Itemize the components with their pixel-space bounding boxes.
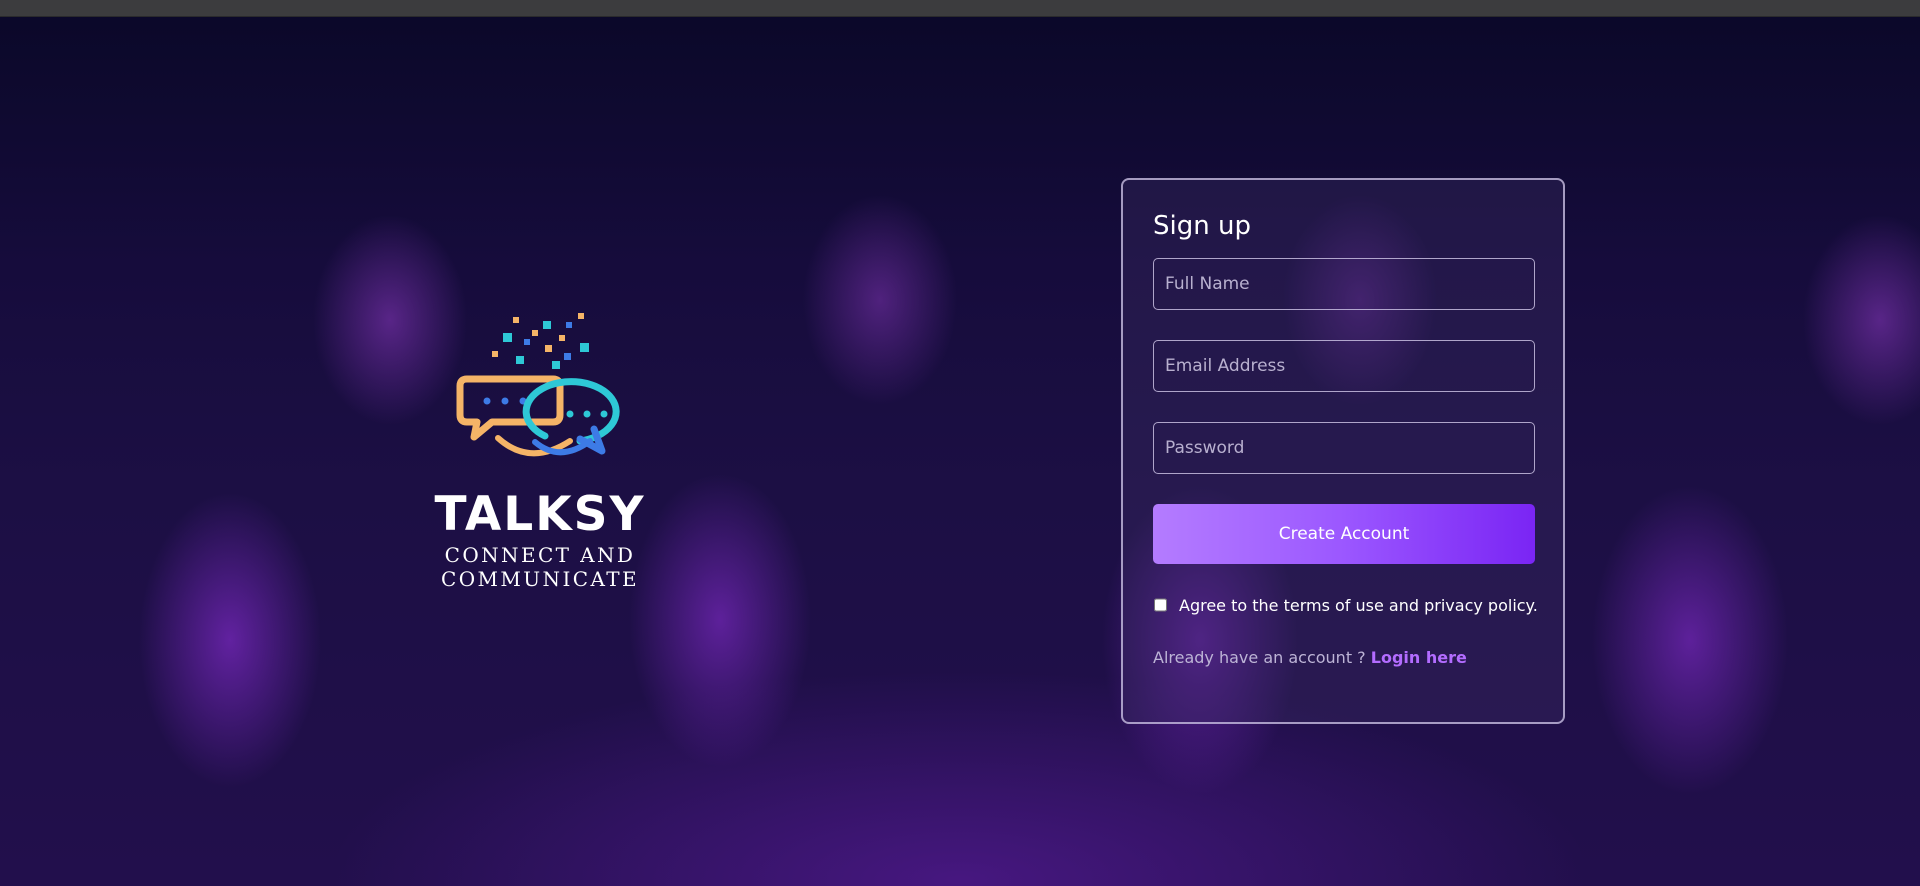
brand-block: TALKSY CONNECT AND COMMUNICATE (355, 305, 725, 591)
signup-page: TALKSY CONNECT AND COMMUNICATE Sign up C… (0, 0, 1920, 886)
brand-name: TALKSY (434, 487, 646, 542)
terms-checkbox[interactable] (1154, 598, 1167, 612)
terms-row: Agree to the terms of use and privacy po… (1153, 594, 1538, 616)
pixel-dots (492, 313, 589, 369)
form-title: Sign up (1153, 211, 1251, 241)
login-prompt: Already have an account ? (1153, 648, 1371, 667)
chat-bubbles-icon (456, 313, 620, 457)
login-row: Already have an account ? Login here (1153, 648, 1533, 667)
brand-tagline: CONNECT AND COMMUNICATE (441, 543, 639, 591)
terms-label: Agree to the terms of use and privacy po… (1179, 595, 1538, 615)
email-input[interactable] (1153, 340, 1535, 392)
create-account-button[interactable]: Create Account (1153, 504, 1535, 564)
login-link[interactable]: Login here (1371, 648, 1467, 667)
signup-card: Sign up Create Account Agree to the term… (1121, 178, 1565, 724)
password-input[interactable] (1153, 422, 1535, 474)
browser-top-bar (0, 0, 1920, 17)
full-name-input[interactable] (1153, 258, 1535, 310)
